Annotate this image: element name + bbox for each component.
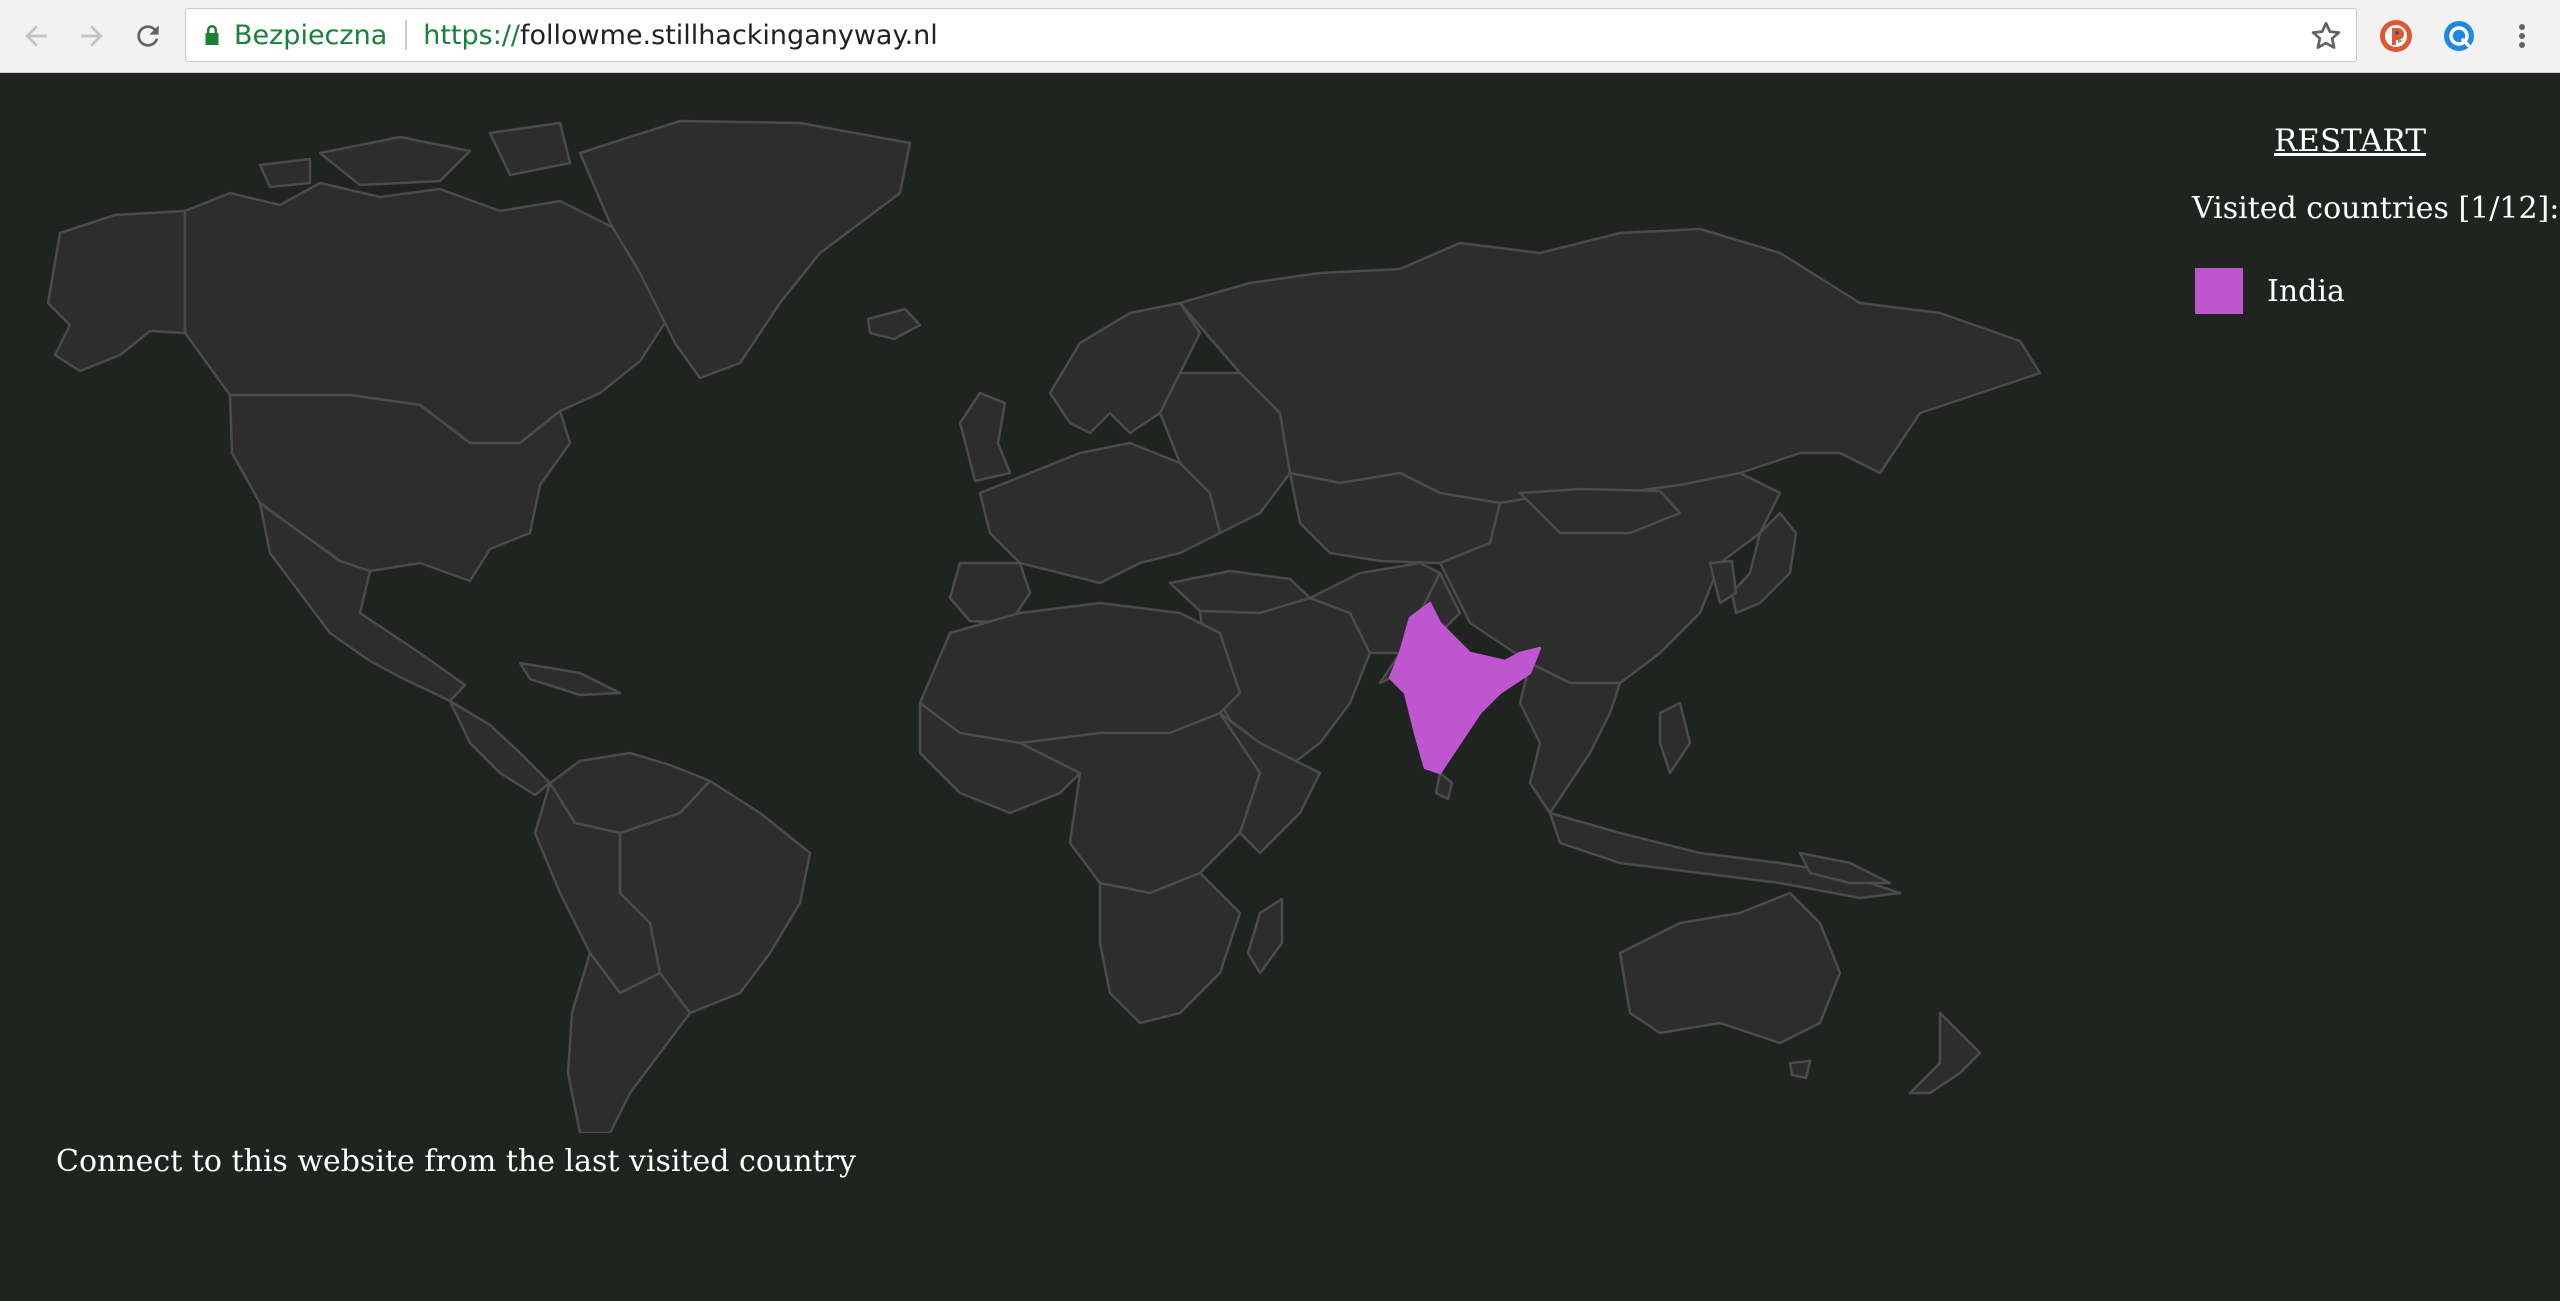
url-scheme: https://: [423, 19, 521, 51]
country-color-swatch: [2195, 268, 2243, 314]
address-bar[interactable]: Bezpieczna https://followme.stillhacking…: [185, 8, 2357, 62]
visited-country-item: India: [2195, 268, 2345, 314]
country-philippines: [1658, 701, 1692, 775]
restart-link[interactable]: RESTART: [2180, 123, 2520, 159]
country-arctic-islands: [258, 121, 572, 189]
world-map: [46, 119, 2042, 1133]
url-host: followme.stillhackinganyway.nl: [520, 19, 938, 51]
browser-toolbar: Bezpieczna https://followme.stillhacking…: [0, 0, 2560, 73]
country-central-africa: [1018, 711, 1262, 895]
country-central-america: [448, 699, 552, 797]
country-southeast-asia: [1518, 661, 1622, 815]
country-sri-lanka: [1434, 771, 1454, 801]
country-australia: [1618, 891, 1842, 1045]
star-icon[interactable]: [2308, 18, 2344, 54]
extension-icon[interactable]: [2441, 18, 2477, 54]
country-madagascar: [1246, 897, 1284, 975]
country-iceland: [866, 307, 922, 341]
country-korea: [1708, 559, 1738, 605]
back-button[interactable]: [14, 14, 58, 58]
country-russia: [1178, 227, 2042, 505]
country-tasmania: [1788, 1059, 1812, 1080]
country-alaska: [46, 209, 187, 373]
lock-icon: [204, 24, 220, 46]
omnibox-divider: [405, 20, 408, 50]
instruction-text: Connect to this website from the last vi…: [56, 1144, 856, 1179]
back-icon: [25, 25, 47, 47]
country-uk: [958, 391, 1012, 483]
reload-button[interactable]: [126, 14, 170, 58]
menu-icon[interactable]: [2508, 18, 2536, 54]
page-content: RESTART Visited countries [1/12]: India …: [0, 73, 2560, 1301]
visited-country-name: India: [2267, 273, 2345, 309]
country-southern-africa: [1098, 871, 1242, 1025]
url-text[interactable]: https://followme.stillhackinganyway.nl: [423, 20, 938, 51]
country-indonesia: [1548, 811, 1902, 900]
duckduckgo-icon[interactable]: [2378, 18, 2414, 54]
forward-icon: [81, 25, 103, 47]
country-cuba: [518, 661, 622, 697]
forward-button[interactable]: [70, 14, 114, 58]
reload-icon: [137, 25, 159, 47]
country-new-zealand: [1908, 1011, 1982, 1095]
country-north-africa: [918, 601, 1242, 745]
security-label: Bezpieczna: [234, 19, 388, 51]
visited-countries-title: Visited countries [1/12]:: [2192, 191, 2560, 226]
